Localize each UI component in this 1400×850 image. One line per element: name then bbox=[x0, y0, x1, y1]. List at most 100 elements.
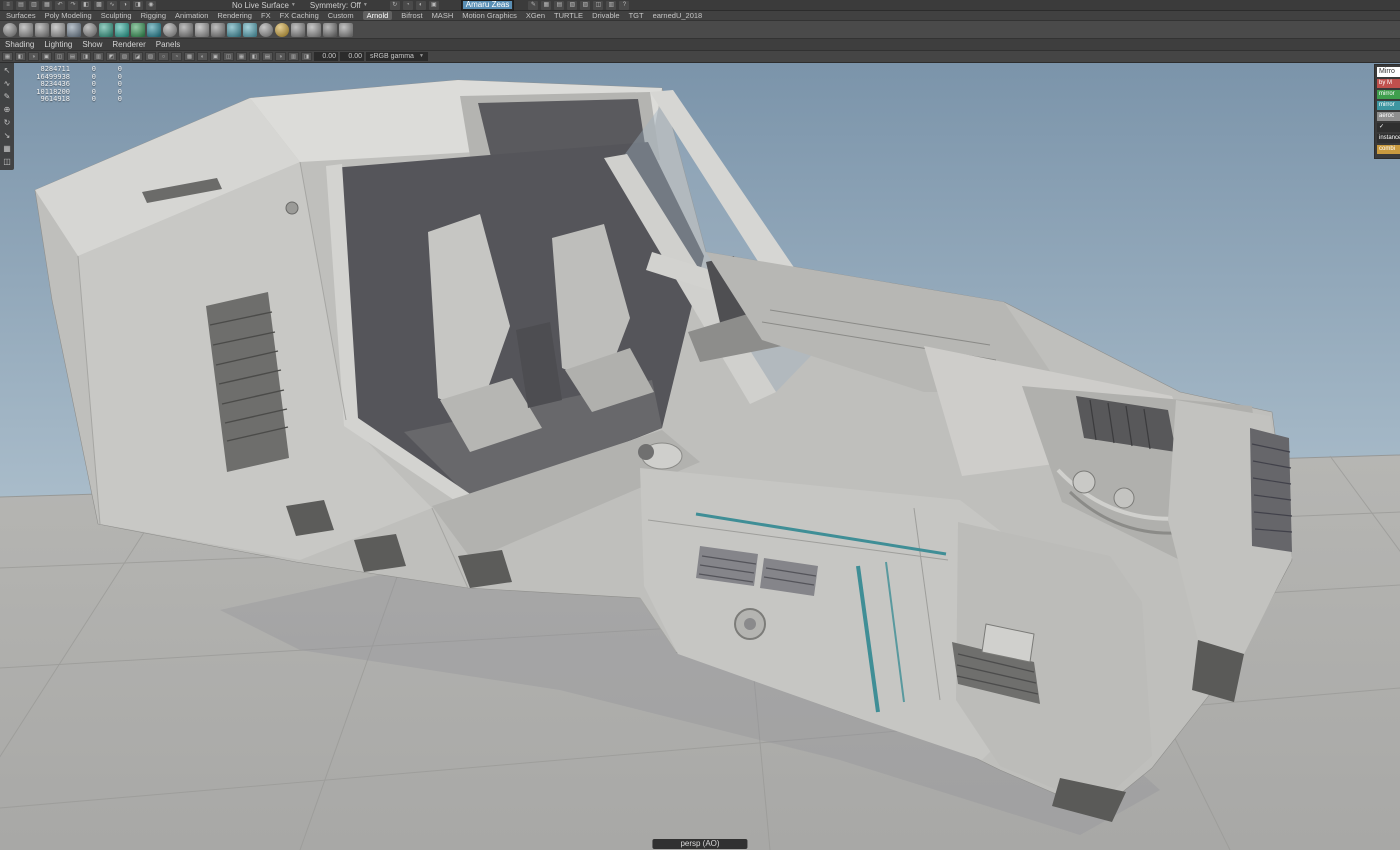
layout-four-icon[interactable]: ◫ bbox=[2, 157, 13, 167]
quad-draw-icon[interactable] bbox=[99, 23, 113, 37]
lasso-tool-icon[interactable]: ∿ bbox=[2, 79, 13, 89]
shelf-tab[interactable]: TGT bbox=[629, 11, 644, 20]
paint-effects-icon[interactable]: ✎ bbox=[528, 1, 538, 10]
shelf-tab[interactable]: earnedU_2018 bbox=[653, 11, 703, 20]
new-scene-icon[interactable]: ▤ bbox=[16, 1, 26, 10]
exposure-field[interactable]: 0.00 bbox=[314, 52, 338, 61]
menu-toggle-icon[interactable]: ≡ bbox=[3, 1, 13, 10]
shadows-icon[interactable]: ◧ bbox=[249, 52, 260, 61]
lattice-icon[interactable] bbox=[323, 23, 337, 37]
open-scene-icon[interactable]: ▥ bbox=[29, 1, 39, 10]
checker-uv-icon[interactable] bbox=[227, 23, 241, 37]
content-browser-icon[interactable]: ▥ bbox=[606, 1, 616, 10]
layer-row[interactable]: instance bbox=[1377, 134, 1400, 143]
select-camera-icon[interactable]: ▦ bbox=[2, 52, 13, 61]
stereo-icon[interactable]: ◨ bbox=[80, 52, 91, 61]
textured-icon[interactable]: ◫ bbox=[223, 52, 234, 61]
panel-menu-item[interactable]: Panels bbox=[156, 40, 180, 49]
grid-toggle-icon[interactable]: ▥ bbox=[93, 52, 104, 61]
gate-mask-icon[interactable]: ◪ bbox=[132, 52, 143, 61]
safe-title-icon[interactable]: ◔ bbox=[171, 52, 182, 61]
gem-blue-icon[interactable] bbox=[147, 23, 161, 37]
layout-single-icon[interactable]: ▦ bbox=[2, 144, 13, 154]
snap-view-icon[interactable]: ◨ bbox=[133, 1, 143, 10]
shaded-icon[interactable]: ▣ bbox=[210, 52, 221, 61]
poly-sphere-icon[interactable] bbox=[3, 23, 17, 37]
target-weld-icon[interactable] bbox=[83, 23, 97, 37]
smooth-mesh-icon[interactable] bbox=[163, 23, 177, 37]
outliner-icon[interactable]: ▤ bbox=[554, 1, 564, 10]
fill-mode-icon[interactable]: ▩ bbox=[184, 52, 195, 61]
rotate-tool-icon[interactable]: ↻ bbox=[2, 118, 13, 128]
layer-row[interactable]: combi bbox=[1377, 145, 1400, 154]
bridge-icon[interactable] bbox=[211, 23, 225, 37]
scale-tool-icon[interactable]: ↘ bbox=[2, 131, 13, 141]
shelf-tab[interactable]: Sculpting bbox=[101, 11, 132, 20]
shelf-tab[interactable]: TURTLE bbox=[554, 11, 583, 20]
shelf-tab[interactable]: Custom bbox=[328, 11, 354, 20]
screen-ao-icon[interactable]: ▤ bbox=[262, 52, 273, 61]
render-icon[interactable]: ◔ bbox=[403, 1, 413, 10]
lock-camera-icon[interactable]: ◧ bbox=[15, 52, 26, 61]
layer-row[interactable]: aeroc bbox=[1377, 112, 1400, 121]
redo-icon[interactable]: ↷ bbox=[68, 1, 78, 10]
poly-cylinder-icon[interactable] bbox=[35, 23, 49, 37]
wireframe-icon[interactable]: ◐ bbox=[197, 52, 208, 61]
viewport-canvas[interactable] bbox=[0, 63, 1400, 850]
move-tool-icon[interactable]: ⊕ bbox=[2, 105, 13, 115]
shelf-tab[interactable]: FX Caching bbox=[280, 11, 319, 20]
shelf-tab[interactable]: XGen bbox=[526, 11, 545, 20]
snap-curve-icon[interactable]: ∿ bbox=[107, 1, 117, 10]
shelf-tab[interactable]: Drivable bbox=[592, 11, 620, 20]
panel-menu-item[interactable]: Shading bbox=[5, 40, 34, 49]
shelf-tab[interactable]: Animation bbox=[175, 11, 208, 20]
sculpt-brush-icon[interactable] bbox=[259, 23, 273, 37]
uv-editor-icon[interactable]: ▨ bbox=[580, 1, 590, 10]
bevel-icon[interactable] bbox=[195, 23, 209, 37]
history-icon[interactable]: ↻ bbox=[390, 1, 400, 10]
layer-row[interactable]: mirror bbox=[1377, 101, 1400, 110]
film-gate-icon[interactable]: ◩ bbox=[106, 52, 117, 61]
poly-cube-icon[interactable] bbox=[19, 23, 33, 37]
selection-mask-icon[interactable]: ◧ bbox=[81, 1, 91, 10]
undo-icon[interactable]: ↶ bbox=[55, 1, 65, 10]
live-surface-dropdown[interactable]: No Live Surface▼ bbox=[232, 1, 296, 10]
field-entry-input[interactable]: Amaru Zeas bbox=[461, 0, 515, 11]
crystal-teal-icon[interactable] bbox=[115, 23, 129, 37]
viewport-panel[interactable] bbox=[0, 63, 1400, 850]
symmetry-icon[interactable] bbox=[307, 23, 321, 37]
lights-icon[interactable]: ▦ bbox=[236, 52, 247, 61]
shelf-tab[interactable]: Poly Modeling bbox=[45, 11, 92, 20]
symmetry-dropdown[interactable]: Symmetry: Off▼ bbox=[310, 1, 368, 10]
panel-menu-item[interactable]: Lighting bbox=[44, 40, 72, 49]
gem-green-icon[interactable] bbox=[131, 23, 145, 37]
safe-action-icon[interactable]: ○ bbox=[158, 52, 169, 61]
isolate-icon[interactable]: ◨ bbox=[301, 52, 312, 61]
gamma-field[interactable]: 0.00 bbox=[340, 52, 364, 61]
shelf-tab[interactable]: Bifrost bbox=[401, 11, 422, 20]
node-editor-icon[interactable]: ◫ bbox=[593, 1, 603, 10]
ipr-render-icon[interactable]: ◐ bbox=[416, 1, 426, 10]
layer-row[interactable]: ✓ bbox=[1377, 123, 1400, 132]
shelf-tab[interactable]: Surfaces bbox=[6, 11, 36, 20]
field-chart-icon[interactable]: ▨ bbox=[145, 52, 156, 61]
panel-menu-item[interactable]: Show bbox=[82, 40, 102, 49]
multi-cut-icon[interactable] bbox=[67, 23, 81, 37]
bookmark-icon[interactable]: ▣ bbox=[41, 52, 52, 61]
shelf-tab[interactable]: FX bbox=[261, 11, 271, 20]
layer-row[interactable]: by M bbox=[1377, 79, 1400, 88]
poly-plane-icon[interactable] bbox=[51, 23, 65, 37]
snap-grid-icon[interactable]: ▩ bbox=[94, 1, 104, 10]
shelf-tab[interactable]: MASH bbox=[432, 11, 454, 20]
curve-tool-icon[interactable] bbox=[339, 23, 353, 37]
extrude-icon[interactable] bbox=[179, 23, 193, 37]
save-scene-icon[interactable]: ▦ bbox=[42, 1, 52, 10]
paint-select-tool-icon[interactable]: ✎ bbox=[2, 92, 13, 102]
layer-search-input[interactable]: Mirro bbox=[1377, 67, 1400, 77]
resolution-gate-icon[interactable]: ▧ bbox=[119, 52, 130, 61]
colorspace-dropdown[interactable]: sRGB gamma▼ bbox=[366, 52, 428, 61]
render-settings-icon[interactable]: ▣ bbox=[429, 1, 439, 10]
image-plane-icon[interactable]: ◫ bbox=[54, 52, 65, 61]
shelf-tab[interactable]: Rigging bbox=[141, 11, 166, 20]
light-yellow-icon[interactable] bbox=[275, 23, 289, 37]
